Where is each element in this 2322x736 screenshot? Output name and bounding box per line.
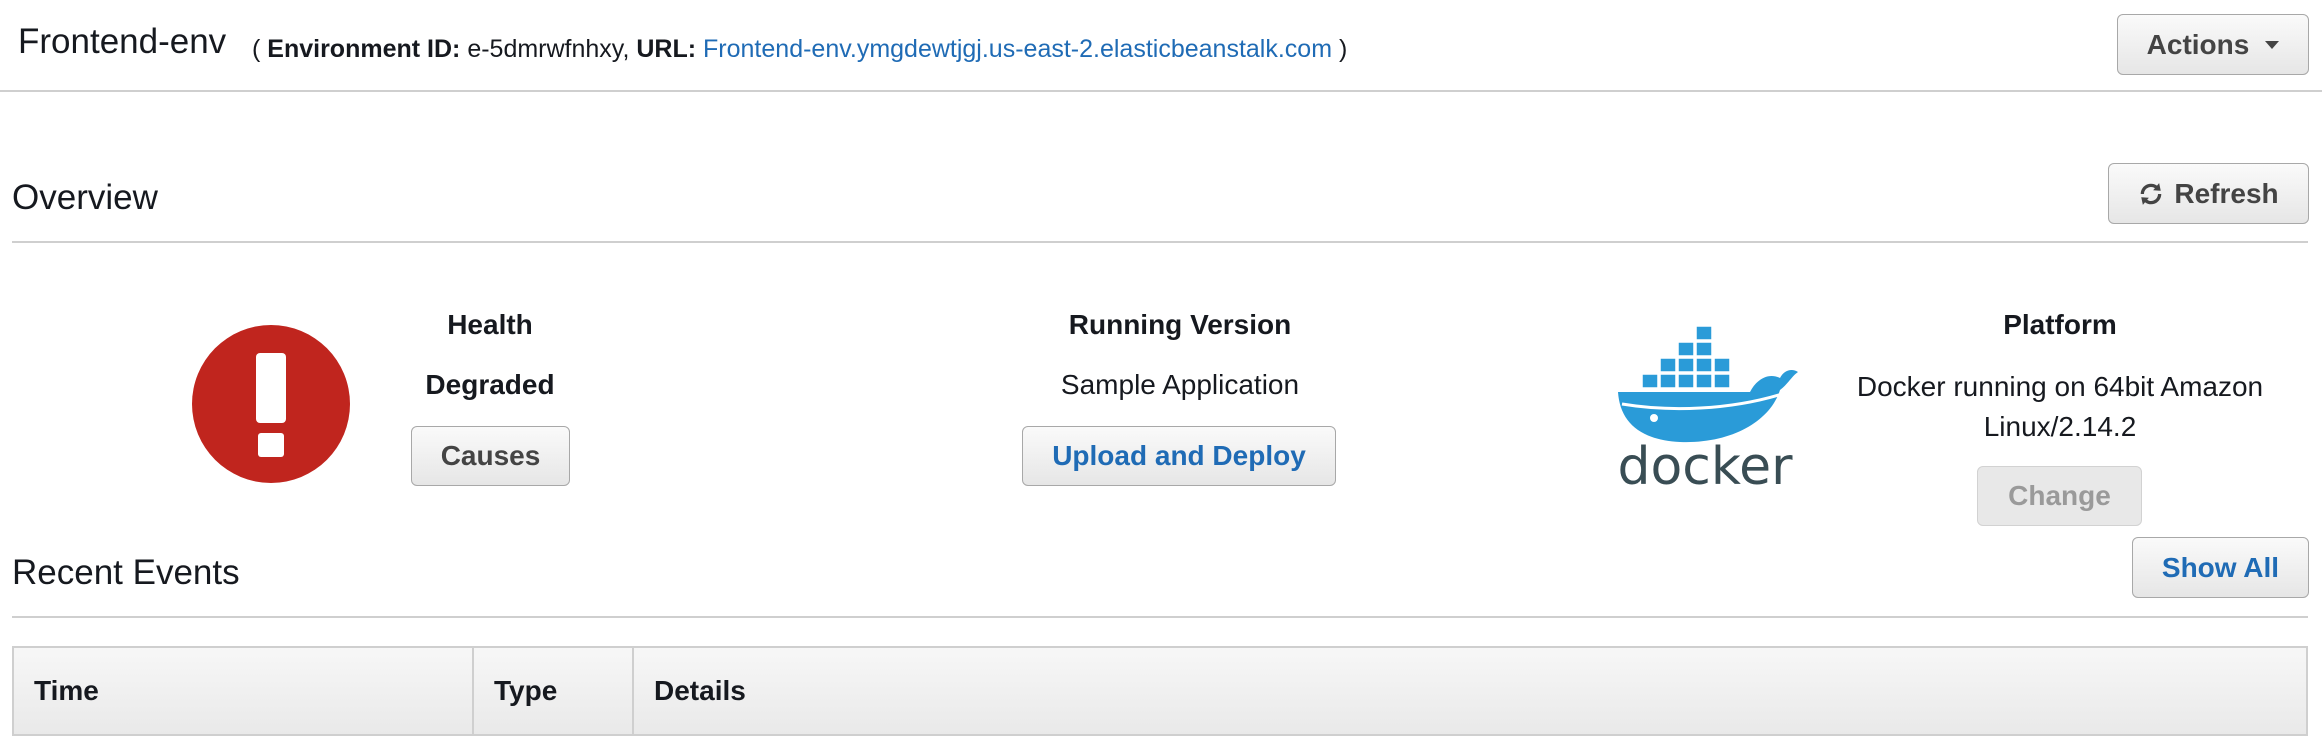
caret-down-icon (2265, 40, 2280, 49)
change-platform-button[interactable]: Change (1977, 466, 2142, 526)
refresh-label: Refresh (2174, 177, 2279, 209)
actions-dropdown-button[interactable]: Actions (2117, 14, 2309, 75)
refresh-icon (2141, 182, 2162, 205)
environment-id-label: Environment ID: (267, 35, 461, 63)
platform-value: Docker running on 64bit Amazon Linux/2.1… (1856, 371, 2264, 442)
open-paren: ( (252, 35, 261, 63)
recent-events-divider (12, 616, 2308, 618)
platform-label: Platform (2003, 309, 2117, 340)
column-header-details[interactable]: Details (634, 648, 2306, 734)
docker-logo-text: docker (1617, 437, 1793, 490)
health-label: Health (447, 309, 533, 340)
causes-button[interactable]: Causes (411, 426, 570, 486)
close-paren: ) (1338, 35, 1348, 63)
running-version-label: Running Version (1068, 309, 1292, 340)
overview-title: Overview (12, 178, 158, 217)
events-table-header: Time Type Details (12, 646, 2308, 736)
url-label: URL: (636, 35, 697, 63)
recent-events-title: Recent Events (12, 553, 240, 592)
upload-and-deploy-button[interactable]: Upload and Deploy (1022, 426, 1336, 486)
environment-id: e-5dmrwfnhxy, (467, 35, 630, 63)
environment-name: Frontend-env (18, 22, 227, 61)
environment-meta: ( Environment ID: e-5dmrwfnhxy, URL: Fro… (252, 35, 1347, 64)
refresh-button[interactable]: Refresh (2108, 163, 2309, 224)
running-version-value: Sample Application (1060, 369, 1300, 400)
health-status: Degraded (425, 369, 555, 400)
actions-label: Actions (2146, 28, 2250, 60)
column-header-time[interactable]: Time (14, 648, 474, 734)
overview-divider (12, 241, 2308, 243)
show-all-button[interactable]: Show All (2132, 537, 2309, 598)
header-divider (0, 90, 2322, 92)
column-header-type[interactable]: Type (474, 648, 634, 734)
exclamation-circle-icon (192, 325, 350, 483)
docker-logo: docker (1617, 325, 1798, 490)
environment-url-link[interactable]: Frontend-env.ymgdewtjgj.us-east-2.elasti… (703, 35, 1332, 63)
